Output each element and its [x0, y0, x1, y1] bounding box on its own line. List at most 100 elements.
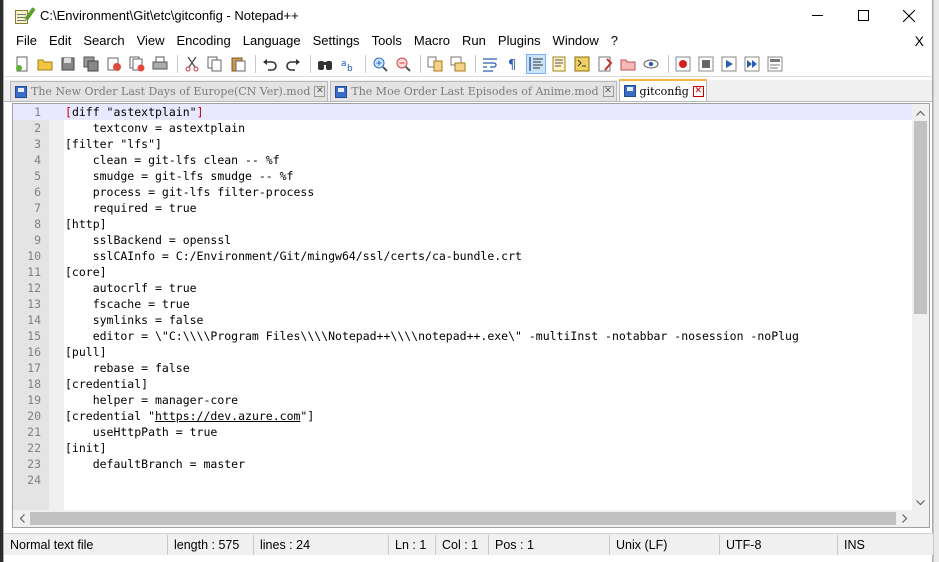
close-file-button[interactable] [104, 54, 124, 74]
code-line[interactable]: 23 defaultBranch = master [13, 456, 913, 472]
editor-text-area[interactable]: 1 [diff "astextplain"] 2 textconv = astext… [13, 104, 913, 511]
status-insert-mode[interactable]: INS [838, 535, 882, 555]
scroll-down-button[interactable] [912, 494, 929, 511]
save-macro-button[interactable] [765, 54, 785, 74]
menu-help[interactable]: ? [605, 31, 624, 51]
code-line[interactable]: 17 rebase = false [13, 360, 913, 376]
menu-tools[interactable]: Tools [366, 31, 408, 51]
close-window-button[interactable] [886, 0, 932, 31]
menu-file[interactable]: File [10, 31, 43, 51]
new-file-button[interactable] [12, 54, 32, 74]
text-editor[interactable]: 1 [diff "astextplain"] 2 textconv = astext… [12, 103, 930, 528]
stop-macro-button[interactable] [696, 54, 716, 74]
redo-button[interactable] [283, 54, 303, 74]
code-line[interactable]: 4 clean = git-lfs clean -- %f [13, 152, 913, 168]
replace-button[interactable]: ab [338, 54, 358, 74]
find-button[interactable] [315, 54, 335, 74]
scroll-up-button[interactable] [912, 104, 929, 121]
menu-plugins[interactable]: Plugins [492, 31, 547, 51]
code-line[interactable]: 16 [pull] [13, 344, 913, 360]
code-line[interactable]: 11 [core] [13, 264, 913, 280]
vertical-scrollbar[interactable] [912, 104, 929, 511]
menu-encoding[interactable]: Encoding [171, 31, 237, 51]
notepadpp-app-icon[interactable] [14, 6, 36, 25]
tab-new-order-mod[interactable]: The New Order Last Days of Europe(CN Ver… [10, 81, 329, 101]
svg-text:a: a [341, 59, 347, 69]
play-macro-button[interactable] [719, 54, 739, 74]
code-line[interactable]: 12 autocrlf = true [13, 280, 913, 296]
vertical-scroll-thumb[interactable] [914, 121, 927, 314]
code-line[interactable]: 9 sslBackend = openssl [13, 232, 913, 248]
code-line[interactable]: 5 smudge = git-lfs smudge -- %f [13, 168, 913, 184]
menu-edit[interactable]: Edit [43, 31, 77, 51]
menu-macro[interactable]: Macro [408, 31, 456, 51]
indent-guide-button[interactable] [526, 53, 546, 74]
paste-button[interactable] [228, 54, 248, 74]
sync-vertical-button[interactable] [425, 54, 445, 74]
undo-button[interactable] [260, 54, 280, 74]
menu-window[interactable]: Window [547, 31, 605, 51]
code-line[interactable]: 24 [13, 472, 913, 488]
menu-view[interactable]: View [131, 31, 171, 51]
minimize-button[interactable] [794, 0, 840, 31]
status-eol-format[interactable]: Unix (LF) [610, 534, 720, 555]
sync-horizontal-button[interactable] [448, 54, 468, 74]
title-bar[interactable]: C:\Environment\Git\etc\gitconfig - Notep… [4, 0, 932, 31]
code-line[interactable]: 7 required = true [13, 200, 913, 216]
tab-moe-order-mod[interactable]: The Moe Order Last Episodes of Anime.mod… [330, 81, 617, 101]
horizontal-scrollbar[interactable] [13, 510, 913, 527]
monitoring-button[interactable] [641, 54, 661, 74]
status-position: Pos : 1 [489, 534, 610, 555]
close-document-button[interactable]: X [915, 31, 924, 51]
code-line[interactable]: 3 [filter "lfs"] [13, 136, 913, 152]
code-line[interactable]: 2 textconv = astextplain [13, 120, 913, 136]
copy-button[interactable] [205, 54, 225, 74]
code-line[interactable]: 8 [http] [13, 216, 913, 232]
show-all-chars-button[interactable]: ¶ [503, 54, 523, 74]
maximize-button[interactable] [840, 0, 886, 31]
line-text: [credential "https://dev.azure.com"] [65, 409, 315, 423]
word-wrap-icon [483, 57, 497, 72]
code-line[interactable]: 10 sslCAInfo = C:/Environment/Git/mingw6… [13, 248, 913, 264]
run-macro-multiple-button[interactable] [742, 54, 762, 74]
line-number: 22 [27, 441, 41, 455]
code-line[interactable]: 6 process = git-lfs filter-process [13, 184, 913, 200]
open-file-button[interactable] [35, 54, 55, 74]
status-encoding[interactable]: UTF-8 [720, 534, 838, 555]
save-all-button[interactable] [81, 54, 101, 74]
record-macro-button[interactable] [673, 54, 693, 74]
document-map-button[interactable] [572, 54, 592, 74]
menu-search[interactable]: Search [77, 31, 130, 51]
line-text: smudge = git-lfs smudge -- %f [65, 169, 294, 183]
code-line[interactable]: 1 [diff "astextplain"] [13, 104, 913, 120]
menu-settings[interactable]: Settings [307, 31, 366, 51]
zoom-in-button[interactable] [370, 54, 390, 74]
code-line[interactable]: 22 [init] [13, 440, 913, 456]
status-line-position: Ln : 1 [389, 534, 436, 555]
horizontal-scroll-thumb[interactable] [30, 512, 896, 525]
tab-close-icon[interactable]: ✕ [692, 85, 704, 97]
scroll-left-button[interactable] [13, 510, 30, 527]
word-wrap-button[interactable] [480, 54, 500, 74]
code-line[interactable]: 21 useHttpPath = true [13, 424, 913, 440]
code-line[interactable]: 15 editor = \"C:\\\\Program Files\\\\Not… [13, 328, 913, 344]
code-line[interactable]: 19 helper = manager-core [13, 392, 913, 408]
menu-language[interactable]: Language [237, 31, 307, 51]
function-list-button[interactable] [595, 54, 615, 74]
save-button[interactable] [58, 54, 78, 74]
code-line[interactable]: 14 symlinks = false [13, 312, 913, 328]
tab-gitconfig[interactable]: gitconfig ✕ [618, 79, 707, 101]
cut-button[interactable] [182, 54, 202, 74]
code-line[interactable]: 13 fscache = true [13, 296, 913, 312]
menu-run[interactable]: Run [456, 31, 492, 51]
tab-close-icon[interactable]: ✕ [602, 86, 614, 97]
folder-workspace-button[interactable] [618, 54, 638, 74]
scroll-right-button[interactable] [896, 510, 913, 527]
zoom-out-button[interactable] [393, 54, 413, 74]
code-line[interactable]: 18 [credential] [13, 376, 913, 392]
close-all-button[interactable] [127, 54, 147, 74]
print-button[interactable] [150, 54, 170, 74]
code-line[interactable]: 20 [credential "https://dev.azure.com"] [13, 408, 913, 424]
tab-close-icon[interactable]: ✕ [314, 86, 326, 97]
udl-button[interactable] [549, 54, 569, 74]
